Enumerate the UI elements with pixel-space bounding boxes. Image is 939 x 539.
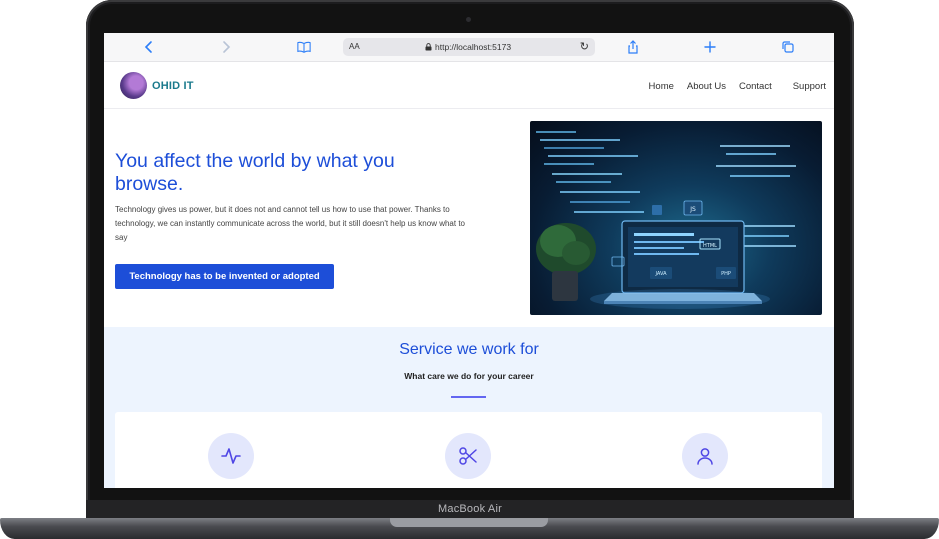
address-bar[interactable]: AA http://localhost:5173 ↻ bbox=[343, 38, 595, 56]
reload-icon[interactable]: ↻ bbox=[580, 40, 589, 53]
nav-about-us[interactable]: About Us bbox=[687, 81, 726, 92]
java-badge-text: JAVA bbox=[654, 271, 667, 277]
user-icon[interactable] bbox=[682, 433, 728, 479]
html-badge-text: HTML bbox=[703, 243, 717, 249]
url-text: http://localhost:5173 bbox=[435, 42, 512, 52]
device-label: MacBook Air bbox=[438, 503, 502, 515]
brand-name[interactable]: OHID IT bbox=[152, 80, 194, 92]
browser-toolbar: AA http://localhost:5173 ↻ bbox=[104, 33, 834, 62]
nav-support[interactable]: Support bbox=[793, 81, 826, 92]
new-tab-icon[interactable] bbox=[701, 38, 719, 56]
share-icon[interactable] bbox=[624, 38, 642, 56]
lock-icon bbox=[425, 43, 432, 51]
text-size-button[interactable]: AA bbox=[349, 42, 360, 51]
section-divider bbox=[451, 396, 486, 398]
laptop-mockup: AA http://localhost:5173 ↻ OHID IT Home … bbox=[0, 0, 939, 539]
hero-cta-button[interactable]: Technology has to be invented or adopted bbox=[115, 264, 334, 289]
nav-home[interactable]: Home bbox=[649, 81, 674, 92]
hero-image: HTML JAVA PHP JS bbox=[530, 121, 822, 315]
camera-icon bbox=[466, 17, 471, 22]
hero-title: You affect the world by what you browse. bbox=[115, 150, 395, 195]
url-field[interactable]: http://localhost:5173 bbox=[425, 42, 511, 52]
scissors-icon[interactable] bbox=[445, 433, 491, 479]
logo-avatar[interactable] bbox=[120, 72, 147, 99]
forward-icon[interactable] bbox=[217, 38, 235, 56]
trackpad-notch bbox=[390, 518, 548, 527]
activity-icon[interactable] bbox=[208, 433, 254, 479]
services-subtitle: What care we do for your career bbox=[404, 371, 534, 381]
back-icon[interactable] bbox=[140, 38, 158, 56]
services-section: Service we work for What care we do for … bbox=[104, 327, 834, 488]
services-title: Service we work for bbox=[399, 341, 539, 358]
js-badge-text: JS bbox=[689, 206, 696, 213]
tabs-icon[interactable] bbox=[779, 38, 797, 56]
bookmarks-icon[interactable] bbox=[295, 38, 313, 56]
browser-screen: AA http://localhost:5173 ↻ OHID IT Home … bbox=[104, 33, 834, 488]
hero-description: Technology gives us power, but it does n… bbox=[115, 205, 465, 242]
nav-contact[interactable]: Contact bbox=[739, 81, 772, 92]
php-badge-text: PHP bbox=[721, 271, 731, 277]
site-header: OHID IT Home About Us Contact Support bbox=[104, 63, 834, 109]
main-nav: Home About Us Contact Support bbox=[649, 81, 826, 92]
technology-illustration: HTML JAVA PHP JS bbox=[536, 131, 796, 309]
